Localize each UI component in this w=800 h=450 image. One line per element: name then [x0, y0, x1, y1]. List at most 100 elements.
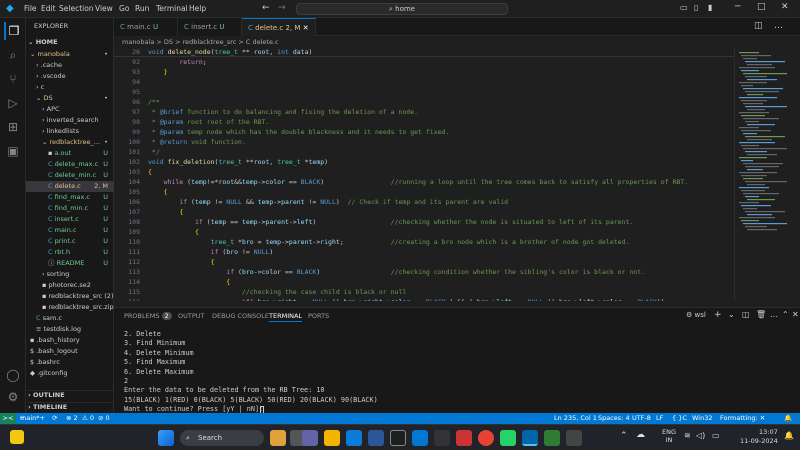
tab-terminal[interactable]: TERMINAL — [269, 310, 303, 322]
close-icon[interactable]: ✕ — [303, 24, 309, 32]
folder-manobala[interactable]: ⌄ manobala • — [26, 49, 114, 60]
battery-icon[interactable]: ▭ — [712, 431, 720, 440]
remote-explorer-icon[interactable]: ▣ — [4, 142, 22, 160]
command-center-search[interactable]: ⌕ home — [296, 3, 508, 15]
cursor-position[interactable]: Ln 235, Col 1 — [554, 413, 597, 424]
tab-insert-c[interactable]: C insert.c U — [178, 18, 242, 36]
app-icon[interactable] — [456, 430, 472, 446]
tab-debug-console[interactable]: DEBUG CONSOLE — [212, 310, 269, 322]
layout-sidebar-icon[interactable]: ▯ — [694, 3, 698, 12]
tree-item[interactable]: ◆ .gitconfig — [26, 368, 114, 379]
sticky-scroll-line[interactable]: 26 void delete_node(tree_t ** root, int d… — [114, 48, 734, 57]
source-control-icon[interactable]: ⑂ — [4, 70, 22, 88]
folder-cache[interactable]: › .cache — [26, 60, 114, 71]
menu-file[interactable]: File — [24, 0, 37, 18]
code-line[interactable]: 97 * @brief function to do balancing and… — [114, 108, 734, 117]
windows-start-icon[interactable] — [158, 430, 174, 446]
weather-widget-icon[interactable] — [10, 430, 24, 444]
new-terminal-icon[interactable]: + — [714, 310, 722, 320]
app-icon[interactable] — [434, 430, 450, 446]
code-line[interactable]: 109 { — [114, 228, 734, 237]
nav-forward-icon[interactable]: → — [278, 3, 286, 13]
menu-edit[interactable]: Edit — [41, 0, 56, 18]
code-line[interactable]: 115 //checking the case child is black o… — [114, 288, 734, 297]
minimize-button[interactable]: ─ — [735, 2, 740, 12]
menu-selection[interactable]: Selection — [59, 0, 94, 18]
chrome-icon[interactable] — [478, 430, 494, 446]
edge-icon[interactable] — [346, 430, 362, 446]
more-actions-icon[interactable]: … — [770, 310, 778, 319]
code-line[interactable]: 104 while (temp!=*root&&temp->color == B… — [114, 178, 734, 187]
menu-terminal[interactable]: Terminal — [156, 0, 188, 18]
code-line[interactable]: 111 if (bro != NULL) — [114, 248, 734, 257]
tree-item[interactable]: C print.c U — [26, 236, 114, 247]
platform[interactable]: Win32 — [692, 413, 712, 424]
code-editor[interactable]: 26 void delete_node(tree_t ** root, int d… — [114, 48, 734, 301]
onedrive-icon[interactable]: ☁ — [636, 430, 645, 440]
code-line[interactable]: 98 * @param root root of the RBT. — [114, 118, 734, 127]
tree-item[interactable]: $ .bashrc — [26, 357, 114, 368]
teams-icon[interactable] — [302, 430, 318, 446]
code-line[interactable]: 108 if (temp == temp->parent->left) //ch… — [114, 218, 734, 227]
tree-item[interactable]: C rbt.h U — [26, 247, 114, 258]
explorer-icon[interactable]: ❐ — [4, 22, 22, 40]
tree-item[interactable]: C sam.c — [26, 313, 114, 324]
maximize-button[interactable]: □ — [757, 2, 766, 12]
code-line[interactable]: 105 { — [114, 188, 734, 197]
warnings-count[interactable]: ⚠ 0 — [82, 413, 94, 424]
account-icon[interactable]: ◯ — [4, 366, 22, 384]
errors-count[interactable]: ⊗ 2 — [66, 413, 78, 424]
store-icon[interactable] — [368, 430, 384, 446]
menu-help[interactable]: Help — [189, 0, 206, 18]
sync-icon[interactable]: ⟳ — [52, 413, 57, 424]
app-icon[interactable] — [566, 430, 582, 446]
end-of-line[interactable]: LF — [656, 413, 663, 424]
code-line[interactable]: 100 * @return void function. — [114, 138, 734, 147]
folder-inverted-search[interactable]: › inverted_search — [26, 115, 114, 126]
menu-run[interactable]: Run — [135, 0, 149, 18]
tree-item[interactable]: C find_max.c U — [26, 192, 114, 203]
folder-c[interactable]: › c — [26, 82, 114, 93]
app-icon[interactable] — [412, 430, 428, 446]
trash-icon[interactable]: 🗑 — [756, 310, 766, 319]
tree-item[interactable]: C insert.c U — [26, 214, 114, 225]
run-debug-icon[interactable]: ▷ — [4, 94, 22, 112]
tree-item[interactable]: ▪ photorec.se2 — [26, 280, 114, 291]
close-panel-icon[interactable]: ✕ — [792, 310, 799, 319]
folder-ds[interactable]: ⌄ DS • — [26, 93, 114, 104]
ports-count[interactable]: ⊘ 0 — [98, 413, 110, 424]
app-icon[interactable] — [390, 430, 406, 446]
bell-icon[interactable]: 🔔 — [784, 413, 792, 424]
folder-linkedlists[interactable]: › linkedlists — [26, 126, 114, 137]
tree-item[interactable]: ▪ .bash_history — [26, 335, 114, 346]
vscode-taskbar-icon[interactable] — [522, 430, 538, 446]
language-indicator[interactable]: ENG IN — [662, 428, 676, 444]
tree-item[interactable]: $ .bash_logout — [26, 346, 114, 357]
layout-panel-icon[interactable]: ▭ — [680, 3, 688, 12]
code-line[interactable]: 114 { — [114, 278, 734, 287]
tree-item[interactable]: C delete_max.c U — [26, 159, 114, 170]
code-line[interactable]: 96 /** — [114, 98, 734, 107]
extensions-icon[interactable]: ⊞ — [4, 118, 22, 136]
gear-icon[interactable]: ⚙ — [4, 388, 22, 406]
breadcrumb[interactable]: manobala > DS > redblacktree_src > C del… — [114, 36, 734, 48]
tree-item[interactable]: ▪ redblacktree_src.zip — [26, 302, 114, 313]
tree-item[interactable]: C find_min.c U — [26, 203, 114, 214]
widget-app-icon[interactable] — [270, 430, 286, 446]
menu-view[interactable]: View — [95, 0, 113, 18]
file-explorer-icon[interactable] — [324, 430, 340, 446]
volume-icon[interactable]: ◁) — [696, 431, 705, 440]
code-line[interactable]: 95 — [114, 88, 734, 97]
terminal-shell[interactable]: ⚙ wsl — [686, 311, 706, 319]
code-line[interactable]: 113 if (bro->color == BLACK) //checking … — [114, 268, 734, 277]
code-line[interactable]: 101 */ — [114, 148, 734, 157]
split-terminal-icon[interactable]: ◫ — [742, 310, 750, 319]
folder-vscode[interactable]: › .vscode — [26, 71, 114, 82]
layout-secondary-icon[interactable]: ▮ — [708, 3, 712, 12]
tree-item[interactable]: › sorting — [26, 269, 114, 280]
tree-item[interactable]: C delete.c 2, M — [26, 181, 114, 192]
code-line[interactable]: 94 — [114, 78, 734, 87]
tree-item[interactable]: ▪ redblacktree_src (2)... — [26, 291, 114, 302]
code-line[interactable]: 103 { — [114, 168, 734, 177]
search-icon[interactable]: ⌕ — [4, 46, 22, 64]
